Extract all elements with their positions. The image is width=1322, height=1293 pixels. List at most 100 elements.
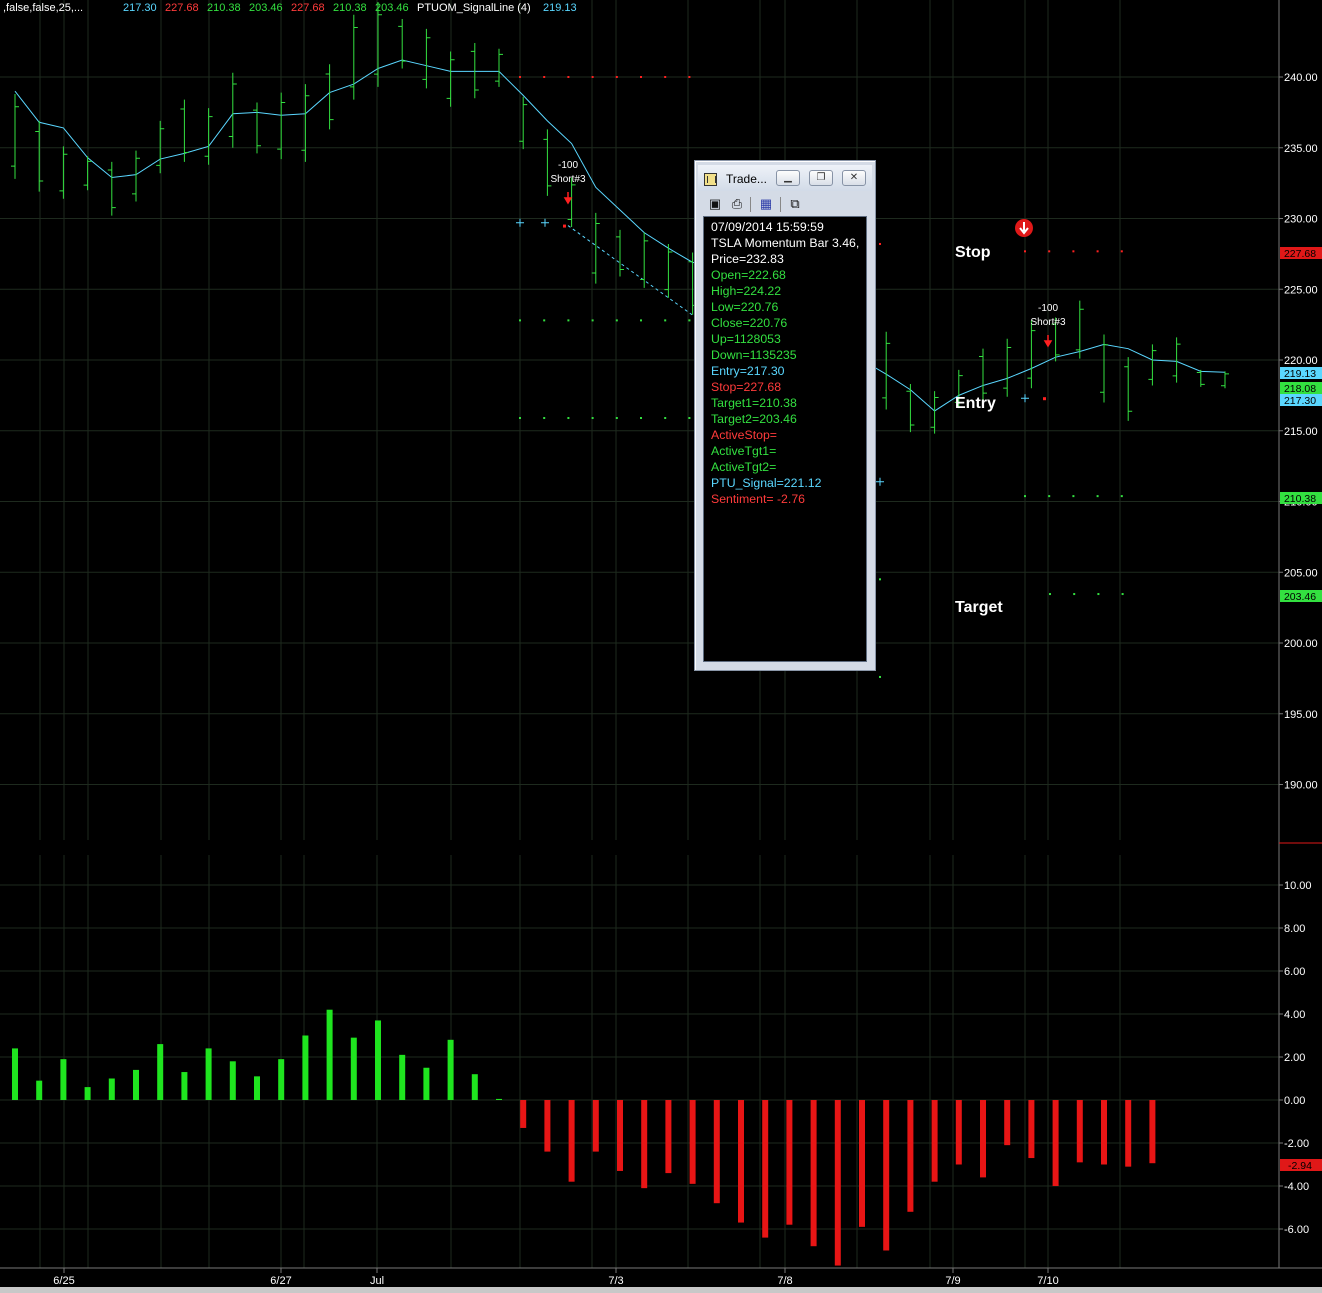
x-tick-label: Jul (370, 1275, 384, 1287)
stop-dot (664, 76, 667, 78)
stop-dot (567, 76, 570, 78)
trade-info-panel: 07/09/2014 15:59:59 TSLA Momentum Bar 3.4… (703, 216, 867, 662)
x-tick-label: 7/8 (777, 1275, 792, 1287)
minimize-button[interactable]: ▁ (776, 170, 800, 186)
stop-dot (640, 76, 642, 78)
target2-dot (1049, 593, 1051, 596)
momentum-bar (254, 1076, 260, 1100)
trade-info-row: Price=232.83 (711, 252, 784, 266)
window-titlebar[interactable]: Trade... ▁ ❐ ✕ (698, 165, 872, 191)
stop-dot (1072, 250, 1075, 253)
momentum-bar (350, 1037, 357, 1100)
target1-dot (1120, 495, 1123, 498)
close-button[interactable]: ✕ (842, 170, 866, 186)
target2-dot (543, 417, 546, 420)
y-tick-label: 225.00 (1284, 284, 1318, 296)
trade-info-row: Open=222.68 (711, 268, 786, 282)
target1-dot (1048, 495, 1051, 498)
print-icon[interactable]: ⎙ (729, 196, 745, 212)
target1-dot (688, 319, 691, 322)
momentum-bar (980, 1100, 986, 1178)
momentum-bar (1028, 1100, 1035, 1159)
header-segment: 203.46 (375, 2, 409, 14)
price-marker-label: 217.30 (1284, 395, 1316, 407)
save-icon[interactable]: ▣ (707, 196, 723, 212)
momentum-bar (205, 1048, 212, 1100)
momentum-bar (713, 1100, 720, 1204)
momentum-bar (447, 1039, 454, 1100)
x-tick-label: 7/9 (945, 1275, 960, 1287)
header-segment: 210.38 (333, 2, 367, 14)
momentum-bar (181, 1072, 188, 1100)
momentum-bar (544, 1100, 551, 1152)
momentum-bar (12, 1048, 18, 1100)
short-name-label: Short#3 (550, 174, 585, 185)
properties-icon[interactable]: ⧉ (787, 196, 803, 212)
target-label: Target (955, 599, 1003, 616)
target1-dot (567, 319, 570, 322)
momentum-bar (278, 1059, 285, 1100)
momentum-bar (786, 1100, 793, 1225)
y-tick-label: 6.00 (1284, 966, 1305, 978)
trade-info-row: Up=1128053 (711, 332, 781, 346)
short-qty-label: -100 (1038, 303, 1058, 314)
momentum-bar (1004, 1100, 1011, 1146)
y-tick-label: -2.00 (1284, 1138, 1309, 1150)
histogram-marker-label: -2.94 (1288, 1160, 1312, 1172)
target1-dot (1072, 495, 1075, 498)
stop-dot (1048, 250, 1051, 253)
momentum-bar (689, 1100, 696, 1184)
y-tick-label: 195.00 (1284, 709, 1318, 721)
stop-dot (519, 76, 521, 78)
target2-dot (1073, 593, 1076, 596)
trade-info-row: ActiveStop= (711, 428, 777, 442)
target1-dot (543, 319, 546, 322)
target1-dot (519, 319, 521, 322)
app-icon (704, 173, 717, 186)
trade-info-row: TSLA Momentum Bar 3.46, (711, 236, 860, 250)
trade-info-row: ActiveTgt1= (711, 444, 777, 458)
momentum-bar (1076, 1100, 1083, 1163)
y-tick-label: 240.00 (1284, 72, 1318, 84)
momentum-bar (1101, 1100, 1107, 1165)
target1-dot (640, 319, 642, 322)
grid-icon[interactable]: ▦ (758, 196, 774, 212)
momentum-bar (84, 1087, 91, 1100)
y-tick-label: -6.00 (1284, 1224, 1309, 1236)
stop-dot (591, 76, 594, 78)
window-toolbar: ▣ ⎙ ▦ ⧉ (703, 194, 867, 216)
header-segment: 217.30 (123, 2, 157, 14)
momentum-bar (423, 1067, 430, 1100)
momentum-bar (738, 1100, 744, 1223)
trade-info-window[interactable]: Trade... ▁ ❐ ✕ ▣ ⎙ ▦ ⧉ 07/09/2014 15:59:… (694, 160, 876, 671)
momentum-bar (762, 1100, 769, 1238)
momentum-bar (496, 1098, 502, 1100)
x-tick-label: 6/25 (53, 1275, 74, 1287)
momentum-bar (907, 1100, 914, 1212)
momentum-bar (1052, 1100, 1059, 1186)
momentum-bar (955, 1100, 962, 1165)
momentum-bar (931, 1100, 938, 1182)
y-tick-label: 0.00 (1284, 1095, 1305, 1107)
y-tick-label: 215.00 (1284, 426, 1318, 438)
toolbar-separator (750, 197, 751, 212)
target2-dot (591, 417, 594, 420)
target1-dot (591, 319, 594, 322)
momentum-bar (883, 1100, 890, 1251)
y-tick-label: 220.00 (1284, 355, 1318, 367)
target2-dot (567, 417, 570, 420)
y-tick-label: 205.00 (1284, 567, 1318, 579)
momentum-bar (36, 1080, 43, 1100)
stop-dot (1120, 250, 1123, 253)
chart-canvas: ,false,false,25,... 217.30 227.68 210.38 203… (0, 0, 1322, 1293)
momentum-bar (1149, 1100, 1156, 1164)
momentum-bar (471, 1074, 478, 1100)
short-qty-label: -100 (558, 160, 578, 171)
momentum-bar (229, 1061, 236, 1100)
header-segment: PTUOM_SignalLine (4) (417, 2, 531, 14)
target1-dot (1024, 495, 1026, 498)
target1-dot (1096, 495, 1099, 498)
restore-button[interactable]: ❐ (809, 170, 833, 186)
trade-info-row: Target2=203.46 (711, 412, 797, 426)
toolbar-separator (780, 197, 781, 212)
